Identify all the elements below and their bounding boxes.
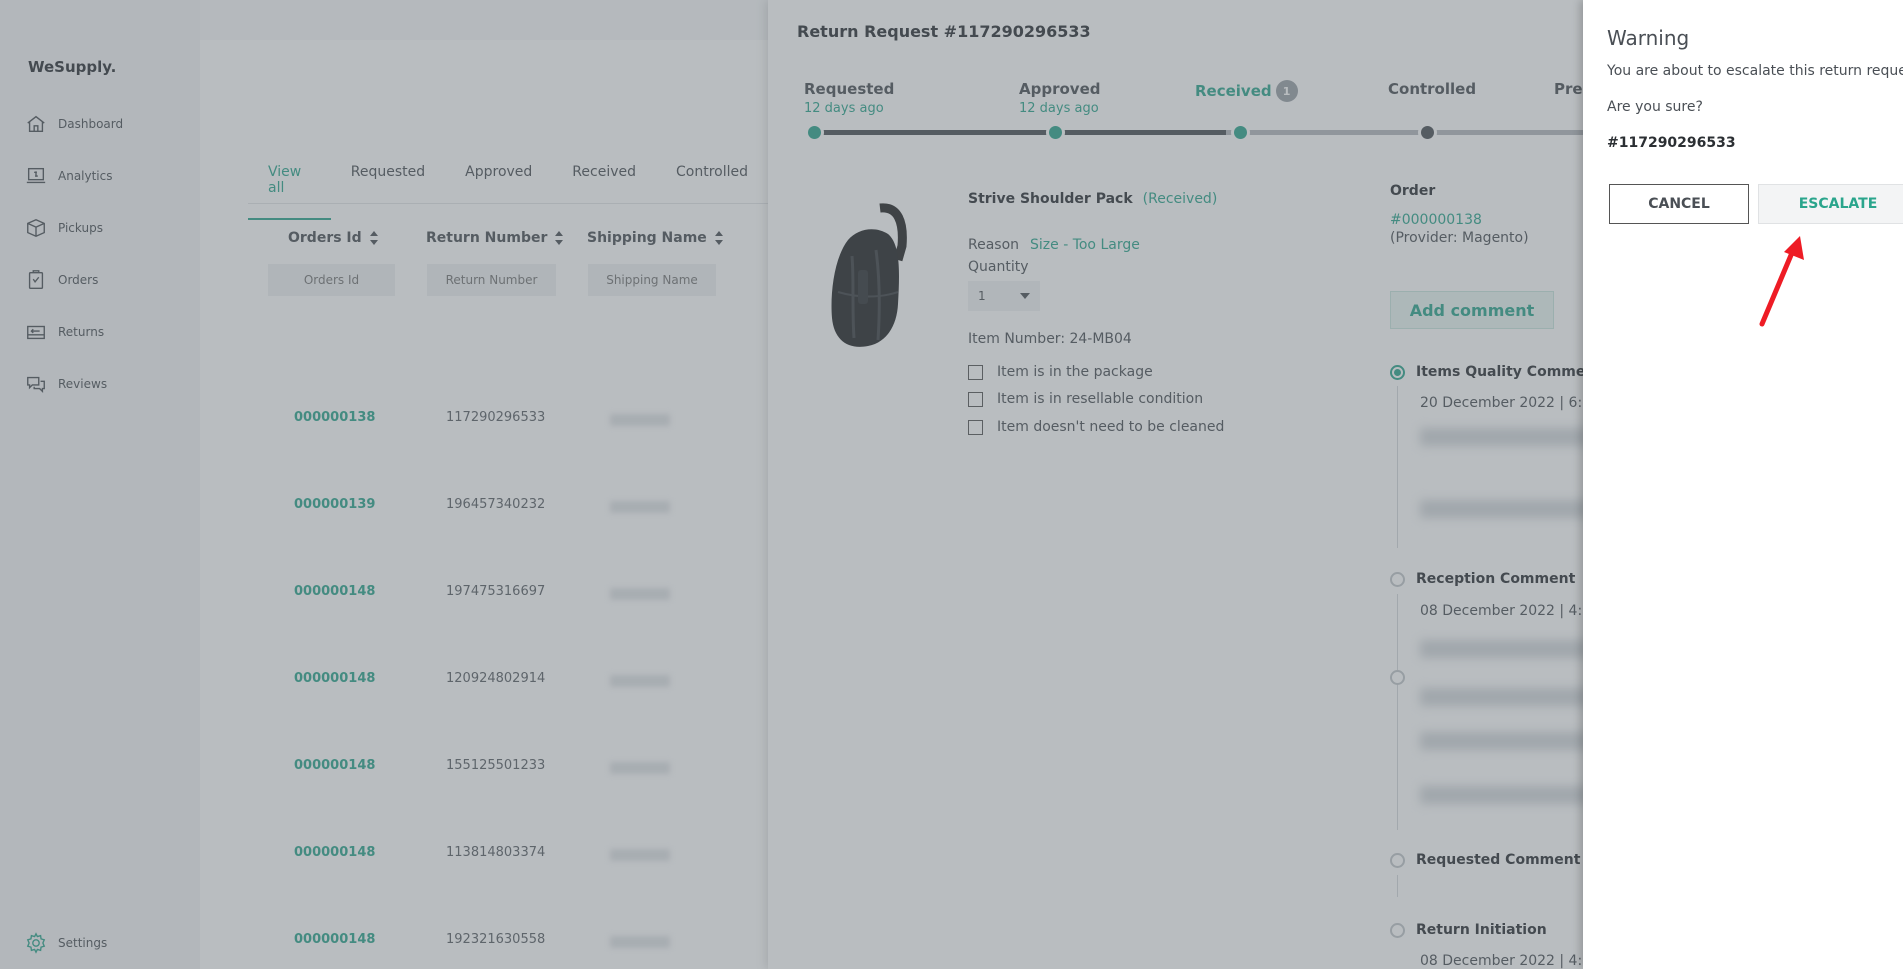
modal-backdrop[interactable] <box>0 0 1583 969</box>
annotation-arrow-icon <box>1759 236 1804 327</box>
escalate-button[interactable]: ESCALATE <box>1758 184 1903 224</box>
dialog-message: You are about to escalate this return re… <box>1607 63 1903 79</box>
warning-dialog: Warning You are about to escalate this r… <box>1583 0 1903 969</box>
dialog-question: Are you sure? <box>1607 99 1703 115</box>
dialog-title: Warning <box>1607 26 1690 50</box>
return-request-id: #117290296533 <box>1607 135 1736 151</box>
cancel-button[interactable]: CANCEL <box>1609 184 1749 224</box>
